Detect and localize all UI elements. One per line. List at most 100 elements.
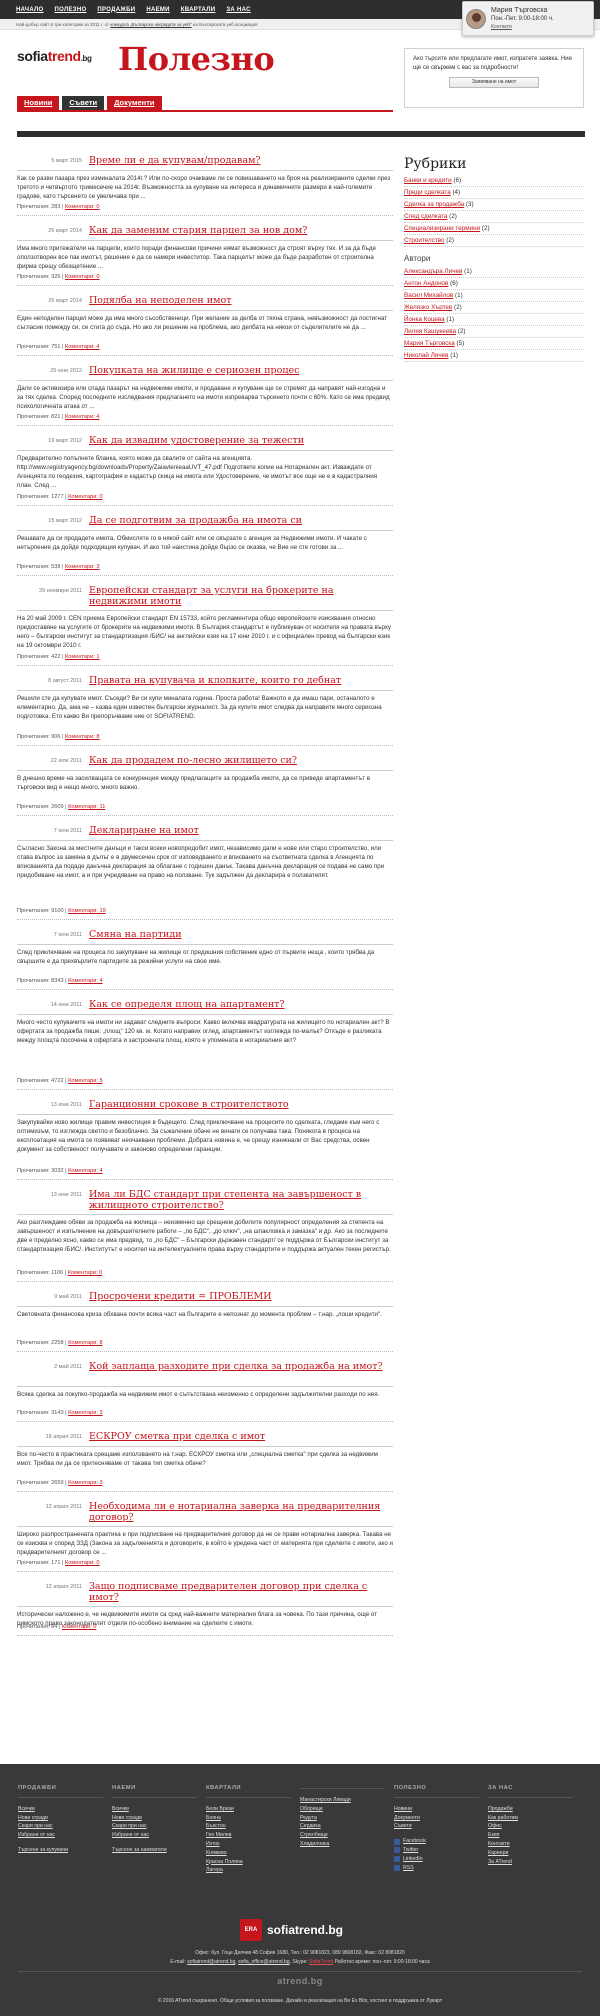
- footer-link[interactable]: Офис: [488, 1822, 582, 1831]
- post-comments-link[interactable]: Коментари: 1: [65, 654, 99, 660]
- post-comments-link[interactable]: Коментари: 3: [68, 1480, 102, 1486]
- post-title-link[interactable]: Необходима ли е нотариална заверка на пр…: [89, 1501, 389, 1524]
- post-title-link[interactable]: Деклариране на имот: [89, 825, 389, 837]
- footer-link[interactable]: Изток: [206, 1840, 300, 1849]
- footer-link[interactable]: Бояна: [206, 1814, 300, 1823]
- footer-link[interactable]: Скари при нас: [112, 1822, 206, 1831]
- post-title-link[interactable]: Гаранционни срокове в строителството: [89, 1099, 389, 1111]
- footer-link[interactable]: Всички: [18, 1805, 112, 1814]
- footer-link[interactable]: Нови сгради: [112, 1814, 206, 1823]
- footer-link[interactable]: Бъкстон: [206, 1822, 300, 1831]
- post-title-link[interactable]: Просрочени кредити = ПРОБЛЕМИ: [89, 1291, 389, 1303]
- author-link[interactable]: Лилия Кашукеева: [404, 328, 456, 335]
- footer-email-link[interactable]: sofiatrend@atrend.bg: [187, 1959, 235, 1965]
- rubric-link[interactable]: След сделката: [404, 213, 447, 220]
- post-title-link[interactable]: Има ли БДС стандарт при степента на завъ…: [89, 1189, 389, 1212]
- post-title-link[interactable]: Кой заплаща разходите при сделка за прод…: [89, 1361, 389, 1373]
- footer-link[interactable]: За ATrend: [488, 1858, 582, 1867]
- footer-link[interactable]: Как работим: [488, 1814, 582, 1823]
- rubric-link[interactable]: Специализирани термини: [404, 225, 480, 232]
- footer-social-link[interactable]: Facebook: [394, 1837, 488, 1846]
- nav-rentals[interactable]: НАЕМИ: [146, 7, 169, 13]
- author-link[interactable]: Йонка Коцева: [404, 316, 445, 323]
- post-title-link[interactable]: Правата на купувача и клопките, които го…: [89, 675, 389, 687]
- post-title-link[interactable]: Време ли е да купувам/продавам?: [89, 155, 389, 167]
- footer-link[interactable]: Княжево: [206, 1849, 300, 1858]
- nav-home[interactable]: НАЧАЛО: [16, 7, 44, 13]
- request-property-button[interactable]: Заявяване на имот: [449, 77, 539, 89]
- post-comments-link[interactable]: Коментари: 0: [62, 1624, 96, 1630]
- footer-link[interactable]: Бели Брези: [206, 1805, 300, 1814]
- post-comments-link[interactable]: Коментари: 8: [65, 734, 99, 740]
- post-title-link[interactable]: Смяна на партиди: [89, 929, 389, 941]
- post-title-link[interactable]: Как да заменим стария парцел за нов дом?: [89, 225, 389, 237]
- footer-link[interactable]: Всички: [112, 1805, 206, 1814]
- author-link[interactable]: Антон Андонов: [404, 280, 448, 287]
- post-comments-link[interactable]: Коментари: 5: [68, 1078, 102, 1084]
- footer-social-link[interactable]: Twitter: [394, 1846, 488, 1855]
- footer-link[interactable]: Съвети: [394, 1822, 488, 1831]
- post-title-link[interactable]: Подялба на неподелен имот: [89, 295, 389, 307]
- post-comments-link[interactable]: Коментари: 0: [68, 1270, 102, 1276]
- author-link[interactable]: Александъра Личев: [404, 268, 462, 275]
- author-link[interactable]: Николай Личев: [404, 352, 448, 359]
- footer-link[interactable]: Избрани от нас: [18, 1831, 112, 1840]
- post-title-link[interactable]: Да се подготвим за продажба на имота си: [89, 515, 389, 527]
- footer-link[interactable]: Оборище: [300, 1805, 394, 1814]
- post-comments-link[interactable]: Коментари: 8: [68, 1340, 102, 1346]
- footer-link[interactable]: Новини: [394, 1805, 488, 1814]
- post-title-link[interactable]: Защо подписваме предварителен договор пр…: [89, 1581, 389, 1604]
- tab-advice[interactable]: Съвети: [62, 96, 105, 110]
- footer-link[interactable]: Хладилника: [300, 1840, 394, 1849]
- author-link[interactable]: Мария Търговска: [404, 340, 455, 347]
- post-comments-link[interactable]: Коментари: 19: [68, 908, 106, 914]
- footer-link[interactable]: Сердика: [300, 1822, 394, 1831]
- post-title-link[interactable]: Покупката на жилище е сериозен процес: [89, 365, 389, 377]
- post-comments-link[interactable]: Коментари: 0: [65, 274, 99, 280]
- rubric-link[interactable]: Строителство: [404, 237, 445, 244]
- footer-link[interactable]: Екип: [488, 1831, 582, 1840]
- footer-link[interactable]: Редута: [300, 1814, 394, 1823]
- rubric-link[interactable]: Преди сделката: [404, 189, 451, 196]
- post-title-link[interactable]: Как се определя площ на апартамент?: [89, 999, 389, 1011]
- rubric-link[interactable]: Банки и кредити: [404, 177, 452, 184]
- agent-contacts-link[interactable]: Контакти: [491, 24, 512, 30]
- post-title-link[interactable]: ЕСКРОУ сметка при сделка с имот: [89, 1431, 389, 1443]
- post-comments-link[interactable]: Коментари: 0: [68, 494, 102, 500]
- footer-search-link[interactable]: Търсене за наематели: [112, 1846, 206, 1855]
- post-comments-link[interactable]: Коментари: 4: [65, 414, 99, 420]
- post-title-link[interactable]: Европейски стандарт за услуги на брокери…: [89, 585, 389, 608]
- footer-link[interactable]: Скари при нас: [18, 1822, 112, 1831]
- post-comments-link[interactable]: Коментари: 3: [65, 564, 99, 570]
- footer-link[interactable]: Лагера: [206, 1866, 300, 1875]
- footer-social-link[interactable]: RSS: [394, 1864, 488, 1873]
- post-comments-link[interactable]: Коментари: 3: [68, 1410, 102, 1416]
- footer-link[interactable]: Нови сгради: [18, 1814, 112, 1823]
- award-link[interactable]: конкурса „Българско наградата за уеб": [110, 22, 191, 27]
- footer-link[interactable]: Избрани от нас: [112, 1831, 206, 1840]
- atrend-logo[interactable]: atrend.bg: [0, 1976, 600, 1986]
- post-comments-link[interactable]: Коментари: 0: [65, 1560, 99, 1566]
- nav-useful[interactable]: ПОЛЕЗНО: [55, 7, 87, 13]
- nav-districts[interactable]: КВАРТАЛИ: [181, 7, 216, 13]
- post-comments-link[interactable]: Коментари: 4: [65, 344, 99, 350]
- post-title-link[interactable]: Как да продадем по-лесно жилището си?: [89, 755, 389, 767]
- footer-link[interactable]: Кариери: [488, 1849, 582, 1858]
- footer-link[interactable]: Стрелбище: [300, 1831, 394, 1840]
- footer-link[interactable]: Красна Поляна: [206, 1858, 300, 1867]
- post-comments-link[interactable]: Коментари: 4: [68, 978, 102, 984]
- post-title-link[interactable]: Как да извадим удостоверение за тежести: [89, 435, 389, 447]
- nav-about[interactable]: ЗА НАС: [226, 7, 250, 13]
- footer-link[interactable]: Продажби: [488, 1805, 582, 1814]
- post-comments-link[interactable]: Коментари: 11: [68, 804, 105, 810]
- footer-search-link[interactable]: Търсене за купувачи: [18, 1846, 112, 1855]
- nav-sales[interactable]: ПРОДАЖБИ: [97, 7, 135, 13]
- site-logo[interactable]: sofiatrend.bg: [17, 48, 92, 64]
- rubric-link[interactable]: Сделка за продажба: [404, 201, 464, 208]
- footer-link[interactable]: Манастирски Ливади: [300, 1796, 394, 1805]
- author-link[interactable]: Желязко Хъртев: [404, 304, 452, 311]
- footer-link[interactable]: Документи: [394, 1814, 488, 1823]
- tab-news[interactable]: Новини: [17, 96, 60, 110]
- author-link[interactable]: Васил Михайлов: [404, 292, 453, 299]
- footer-email2-link[interactable]: sofia_office@atrend.bg: [238, 1959, 289, 1965]
